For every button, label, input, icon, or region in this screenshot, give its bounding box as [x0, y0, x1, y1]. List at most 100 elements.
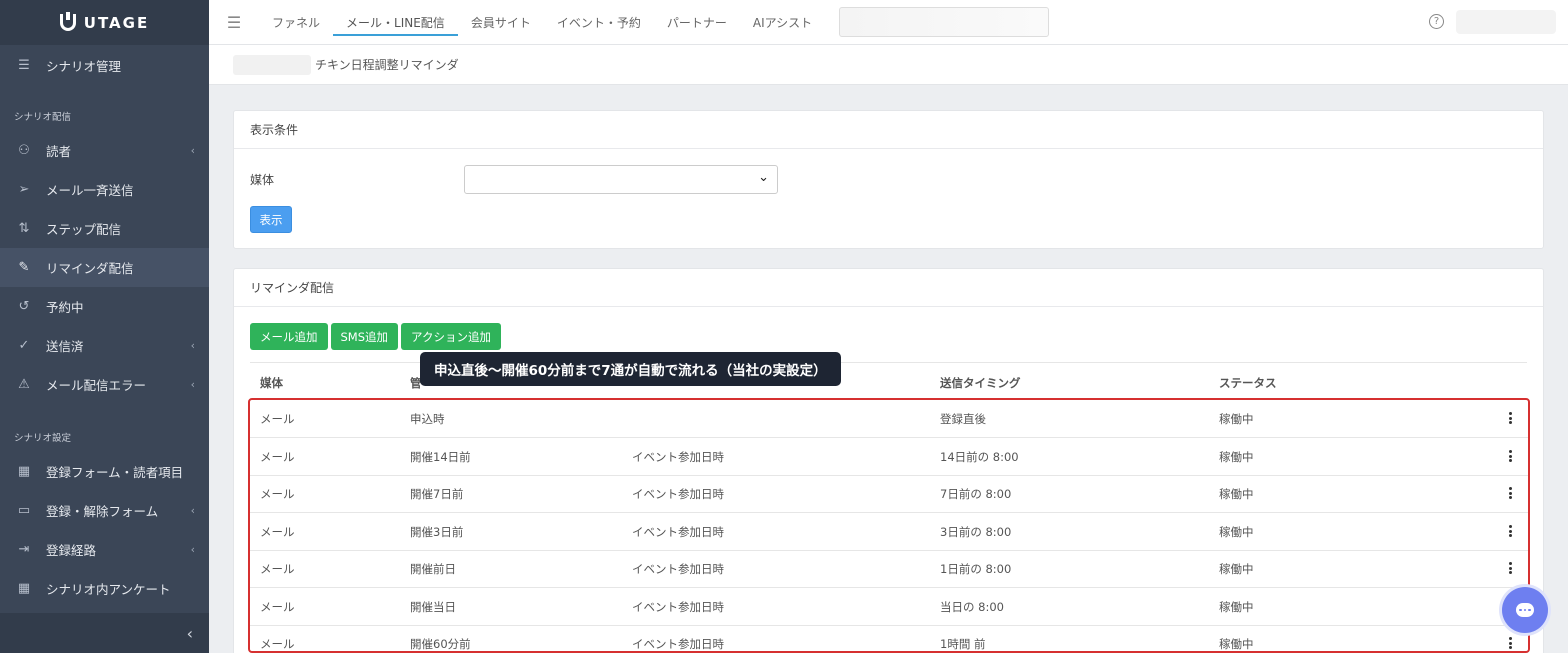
- add-buttons: メール追加 SMS追加 アクション追加: [250, 323, 501, 350]
- cell-base: イベント参加日時: [632, 562, 724, 576]
- cell-timing: 当日の 8:00: [940, 600, 1004, 614]
- sidebar-item-bulk-mail[interactable]: ➢ メール一斉送信: [0, 170, 209, 209]
- sidebar-item-label: 登録経路: [46, 543, 97, 558]
- pencil-icon: ✎: [18, 260, 30, 275]
- cell-status: 稼働中: [1219, 525, 1254, 539]
- users-icon: ⚇: [18, 143, 30, 158]
- cell-media: メール: [260, 562, 295, 576]
- sort-icon: ⇅: [18, 221, 30, 236]
- sidebar-item-scheduled[interactable]: ↺ 予約中: [0, 287, 209, 326]
- more-options-icon[interactable]: [1509, 450, 1512, 464]
- table-row[interactable]: メール 開催7日前 イベント参加日時 7日前の 8:00 稼働中: [250, 475, 1528, 513]
- table-icon: ▦: [17, 581, 31, 596]
- cell-timing: 1日前の 8:00: [940, 562, 1012, 576]
- cell-media: メール: [260, 600, 295, 614]
- reminder-table: メール 申込時 登録直後 稼働中 メール 開催14日前 イベント参加日時 14日…: [248, 398, 1530, 653]
- sidebar-item-mail-error[interactable]: ⚠ メール配信エラー ‹: [0, 365, 209, 404]
- account-selector[interactable]: [839, 7, 1050, 37]
- show-button[interactable]: 表示: [250, 206, 292, 233]
- add-action-button[interactable]: アクション追加: [401, 323, 501, 350]
- annotation-tooltip: 申込直後〜開催60分前まで7通が自動で流れる（当社の実設定）: [420, 352, 841, 386]
- table-row[interactable]: メール 開催60分前 イベント参加日時 1時間 前 稼働中: [250, 625, 1528, 651]
- col-header-media: 媒体: [260, 376, 283, 390]
- sidebar-item-label: シナリオ管理: [46, 59, 122, 74]
- hamburger-menu-icon[interactable]: ☰: [209, 13, 259, 32]
- nav-tab-funnel[interactable]: ファネル: [259, 0, 333, 45]
- cell-media: メール: [260, 525, 295, 539]
- chat-icon: [1516, 603, 1534, 617]
- chevron-left-icon: ‹: [190, 543, 195, 556]
- cell-status: 稼働中: [1219, 487, 1254, 501]
- warning-icon: ⚠: [18, 377, 30, 392]
- sidebar-item-survey[interactable]: ▦ シナリオ内アンケート: [0, 569, 209, 608]
- add-sms-button[interactable]: SMS追加: [330, 323, 399, 350]
- sidebar-item-registration-route[interactable]: ⇥ 登録経路 ‹: [0, 530, 209, 569]
- sidebar-item-reminder[interactable]: ✎ リマインダ配信: [0, 248, 209, 287]
- cell-timing: 14日前の 8:00: [940, 450, 1019, 464]
- sidebar-item-label: リマインダ配信: [46, 261, 134, 276]
- breadcrumb-parent[interactable]: [233, 54, 311, 75]
- sidebar-item-sent[interactable]: ✓ 送信済 ‹: [0, 326, 209, 365]
- more-options-icon[interactable]: [1509, 637, 1512, 651]
- cell-base: イベント参加日時: [632, 487, 724, 501]
- list-icon: ☰: [18, 58, 30, 73]
- utage-logo-icon: [59, 12, 76, 31]
- media-select[interactable]: [464, 165, 778, 194]
- sign-in-icon: ⇥: [18, 542, 30, 557]
- sidebar-item-registration-form[interactable]: ▦ 登録フォーム・読者項目: [0, 452, 209, 491]
- chat-button[interactable]: [1502, 587, 1548, 633]
- nav-tab-mail-line[interactable]: メール・LINE配信: [333, 0, 458, 45]
- sidebar-item-scenario-manage[interactable]: ☰ シナリオ管理: [0, 46, 209, 85]
- more-options-icon[interactable]: [1509, 412, 1512, 426]
- cell-status: 稼働中: [1219, 637, 1254, 651]
- more-options-icon[interactable]: [1509, 525, 1512, 539]
- cell-status: 稼働中: [1219, 600, 1254, 614]
- table-row[interactable]: メール 申込時 登録直後 稼働中: [250, 400, 1528, 438]
- nav-tab-member-site[interactable]: 会員サイト: [458, 0, 544, 45]
- table-row[interactable]: メール 開催当日 イベント参加日時 当日の 8:00 稼働中: [250, 588, 1528, 626]
- more-options-icon[interactable]: [1509, 487, 1512, 501]
- cell-base: イベント参加日時: [632, 450, 724, 464]
- more-options-icon[interactable]: [1509, 562, 1512, 576]
- sidebar-section-settings: シナリオ設定: [14, 433, 72, 444]
- cell-timing: 1時間 前: [940, 637, 986, 651]
- sidebar-item-label: シナリオ内アンケート: [46, 582, 171, 597]
- sidebar-item-readers[interactable]: ⚇ 読者 ‹: [0, 131, 209, 170]
- chevron-left-icon: ‹: [186, 623, 193, 643]
- chevron-left-icon: ‹: [190, 378, 195, 391]
- sidebar-item-signup-unsubscribe-form[interactable]: ▭ 登録・解除フォーム ‹: [0, 491, 209, 530]
- nav-tab-ai-assist[interactable]: AIアシスト: [740, 0, 825, 45]
- send-icon: ➢: [18, 182, 30, 197]
- cell-timing: 7日前の 8:00: [940, 487, 1012, 501]
- table-row[interactable]: メール 開催14日前 イベント参加日時 14日前の 8:00 稼働中: [250, 438, 1528, 476]
- cell-name: 開催14日前: [410, 450, 471, 464]
- cell-media: メール: [260, 637, 295, 651]
- sidebar-item-label: 送信済: [46, 339, 84, 354]
- sidebar-collapse-button[interactable]: ‹: [0, 613, 209, 653]
- table-row[interactable]: メール 開催3日前 イベント参加日時 3日前の 8:00 稼働中: [250, 513, 1528, 551]
- brand-logo[interactable]: UTAGE: [0, 0, 209, 45]
- brand-name: UTAGE: [83, 13, 150, 32]
- reminder-card-title: リマインダ配信: [234, 269, 1543, 307]
- sidebar-item-step-delivery[interactable]: ⇅ ステップ配信: [0, 209, 209, 248]
- add-mail-button[interactable]: メール追加: [250, 323, 328, 350]
- sidebar-item-label: メール配信エラー: [46, 378, 147, 393]
- help-icon[interactable]: ?: [1429, 14, 1444, 29]
- form-icon: ▭: [17, 503, 31, 518]
- table-row[interactable]: メール 開催前日 イベント参加日時 1日前の 8:00 稼働中: [250, 550, 1528, 588]
- media-filter-row: 媒体: [250, 165, 778, 194]
- nav-tab-partner[interactable]: パートナー: [654, 0, 740, 45]
- cell-media: メール: [260, 450, 295, 464]
- nav-tab-event[interactable]: イベント・予約: [544, 0, 654, 45]
- check-icon: ✓: [18, 338, 30, 353]
- chevron-left-icon: ‹: [190, 339, 195, 352]
- col-header-status: ステータス: [1219, 376, 1277, 390]
- sidebar-item-label: 登録・解除フォーム: [46, 504, 159, 519]
- cell-name: 申込時: [410, 412, 445, 426]
- breadcrumb: チキン日程調整リマインダ: [209, 45, 1568, 85]
- sidebar-item-label: 読者: [46, 144, 72, 159]
- cell-base: イベント参加日時: [632, 637, 724, 651]
- cell-name: 開催7日前: [410, 487, 464, 501]
- cell-base: イベント参加日時: [632, 525, 724, 539]
- user-menu[interactable]: [1456, 10, 1556, 34]
